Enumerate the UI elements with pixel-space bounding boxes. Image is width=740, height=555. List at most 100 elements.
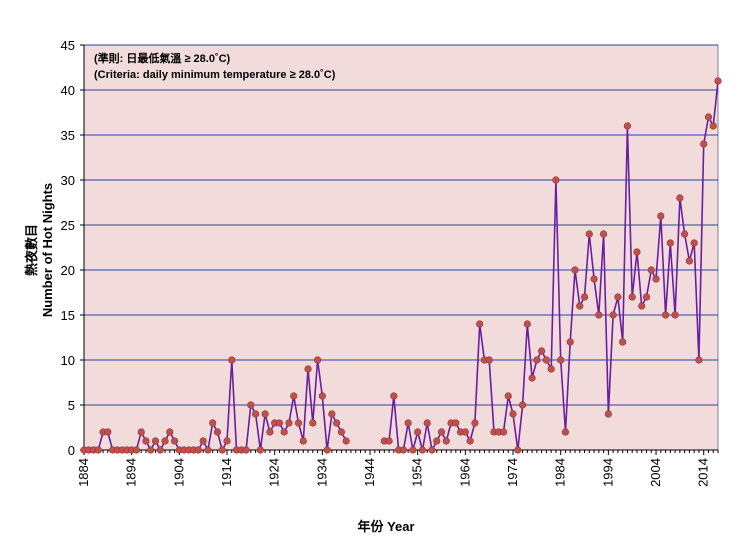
data-point-1989 bbox=[580, 293, 589, 301]
data-point-1978 bbox=[528, 374, 536, 382]
data-point-2011 bbox=[685, 257, 693, 265]
data-point-1937 bbox=[333, 419, 341, 427]
data-point-1895 bbox=[132, 446, 141, 454]
data-point-1972 bbox=[499, 428, 508, 436]
y-axis-title-zh: 熱夜數目 bbox=[24, 224, 39, 276]
data-point-1984 bbox=[557, 356, 565, 364]
x-tick-label-2004: 2004 bbox=[648, 458, 663, 487]
data-point-1988 bbox=[576, 302, 584, 310]
data-point-1932 bbox=[309, 419, 317, 427]
data-point-1915 bbox=[228, 356, 236, 364]
y-tick-label-20: 20 bbox=[61, 263, 75, 278]
data-point-1935 bbox=[323, 446, 331, 454]
data-point-1896 bbox=[137, 428, 145, 436]
data-point-1987 bbox=[571, 266, 579, 274]
data-point-1962 bbox=[452, 419, 460, 427]
y-tick-label-0: 0 bbox=[68, 443, 75, 458]
data-point-1966 bbox=[471, 419, 479, 427]
data-point-1991 bbox=[590, 275, 598, 283]
data-point-2003 bbox=[647, 266, 655, 274]
data-point-2015 bbox=[704, 113, 713, 121]
data-point-1899 bbox=[151, 437, 160, 445]
data-point-1933 bbox=[313, 356, 322, 364]
x-tick-label-1914: 1914 bbox=[219, 458, 234, 487]
x-tick-label-1894: 1894 bbox=[124, 458, 139, 487]
data-point-2000 bbox=[633, 248, 641, 256]
x-tick-label-1934: 1934 bbox=[314, 458, 329, 487]
data-point-1912 bbox=[213, 428, 222, 436]
data-point-1994 bbox=[604, 410, 612, 418]
data-point-1957 bbox=[428, 446, 436, 454]
data-point-1901 bbox=[161, 437, 169, 445]
data-point-1930 bbox=[299, 437, 307, 445]
data-point-1914 bbox=[223, 437, 231, 445]
data-point-1993 bbox=[599, 230, 608, 238]
data-point-1996 bbox=[614, 293, 622, 301]
hot-nights-chart: 0 5 10 15 20 25 30 35 40 45 1884 1894 1904 1914 1924 19… bbox=[24, 38, 722, 534]
data-point-1921 bbox=[256, 446, 264, 454]
y-tick-label-25: 25 bbox=[61, 218, 75, 233]
data-point-1965 bbox=[466, 437, 474, 445]
data-point-1981 bbox=[542, 356, 550, 364]
x-tick-label-1944: 1944 bbox=[362, 458, 377, 487]
data-point-1903 bbox=[170, 437, 179, 445]
data-point-1958 bbox=[433, 437, 441, 445]
x-tick-label-1964: 1964 bbox=[457, 458, 472, 487]
x-tick-label-1984: 1984 bbox=[553, 458, 568, 487]
y-axis-title: 熱夜數目 Number of Hot Nights bbox=[24, 183, 55, 317]
y-tick-label-15: 15 bbox=[61, 308, 75, 323]
data-point-1954 bbox=[414, 428, 422, 436]
data-point-1949 bbox=[390, 392, 398, 400]
y-tick-label-45: 45 bbox=[61, 38, 75, 53]
data-point-1938 bbox=[337, 428, 346, 436]
data-point-1910 bbox=[204, 446, 212, 454]
data-point-2009 bbox=[676, 194, 684, 202]
data-point-1898 bbox=[147, 446, 155, 454]
data-point-1929 bbox=[294, 419, 303, 427]
data-point-1900 bbox=[156, 446, 164, 454]
x-tick-label-1994: 1994 bbox=[600, 458, 615, 487]
data-point-1913 bbox=[218, 446, 226, 454]
data-point-1955 bbox=[418, 446, 427, 454]
y-tick-label-40: 40 bbox=[61, 83, 75, 98]
data-point-1925 bbox=[275, 419, 284, 427]
data-point-1931 bbox=[304, 365, 312, 373]
data-point-1969 bbox=[485, 356, 493, 364]
data-point-1976 bbox=[518, 401, 527, 409]
data-point-1952 bbox=[404, 419, 412, 427]
y-tick-label-35: 35 bbox=[61, 128, 75, 143]
data-point-1923 bbox=[266, 428, 274, 436]
data-point-1964 bbox=[461, 428, 469, 436]
data-point-1951 bbox=[399, 446, 407, 454]
data-point-1902 bbox=[166, 428, 174, 436]
data-point-2012 bbox=[690, 239, 698, 247]
data-point-2006 bbox=[661, 311, 670, 319]
data-point-1926 bbox=[280, 428, 288, 436]
data-point-1953 bbox=[409, 446, 417, 454]
data-point-1928 bbox=[290, 392, 298, 400]
data-point-1918 bbox=[242, 446, 250, 454]
annotation-line-1: (準則: 日最低氣溫 ≥ 28.0˚C) bbox=[94, 51, 231, 65]
data-point-1889 bbox=[104, 428, 112, 436]
data-point-1936 bbox=[328, 410, 336, 418]
data-point-1919 bbox=[247, 401, 255, 409]
x-tick-label-1974: 1974 bbox=[505, 458, 520, 487]
data-point-1992 bbox=[595, 311, 603, 319]
data-point-1999 bbox=[628, 293, 636, 301]
data-point-1939 bbox=[342, 437, 350, 445]
data-point-1998 bbox=[623, 122, 632, 130]
x-tick-label-1954: 1954 bbox=[410, 458, 425, 487]
data-point-1920 bbox=[252, 410, 260, 418]
data-point-1911 bbox=[209, 419, 217, 427]
plot-area bbox=[83, 44, 719, 451]
data-point-1908 bbox=[194, 446, 203, 454]
data-point-1979 bbox=[533, 356, 541, 364]
data-point-1897 bbox=[142, 437, 150, 445]
data-point-1985 bbox=[561, 428, 570, 436]
data-point-1934 bbox=[318, 392, 326, 400]
data-point-2004 bbox=[652, 275, 660, 283]
data-point-2016 bbox=[709, 122, 717, 130]
data-point-2013 bbox=[695, 356, 703, 364]
data-point-1909 bbox=[199, 437, 207, 445]
data-point-1922 bbox=[261, 410, 269, 418]
